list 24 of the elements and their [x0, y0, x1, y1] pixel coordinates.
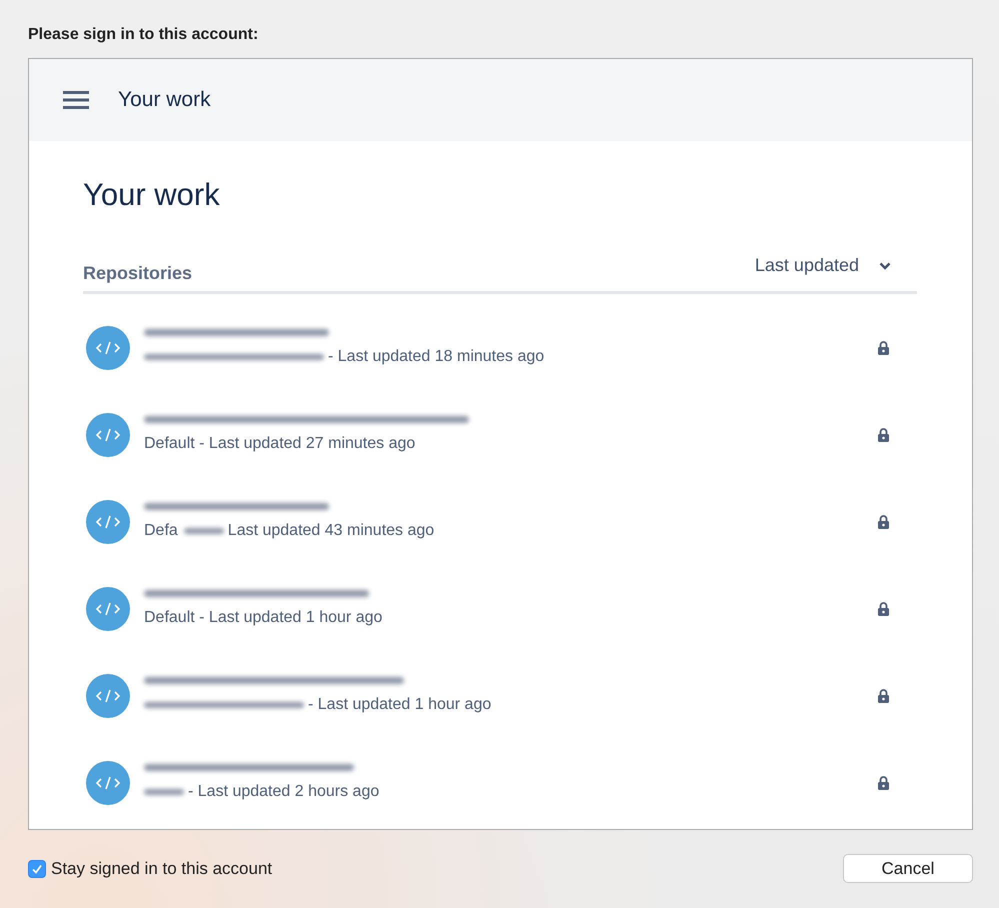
menu-icon[interactable]: [63, 91, 89, 109]
checkbox[interactable]: [28, 860, 46, 878]
checkbox-label: Stay signed in to this account: [51, 858, 272, 878]
code-icon: [86, 500, 130, 544]
last-updated-text: - Last updated 2 hours ago: [188, 783, 380, 801]
sort-dropdown[interactable]: Last updated: [754, 255, 917, 284]
code-icon: [86, 412, 130, 456]
last-updated-text: Default - Last updated 1 hour ago: [144, 609, 382, 627]
page-title: Your work: [83, 177, 221, 214]
code-icon: [86, 586, 130, 630]
last-updated-text: Last updated 43 minutes ago: [228, 522, 434, 540]
last-updated-text: - Last updated 18 minutes ago: [328, 348, 544, 366]
cancel-button[interactable]: Cancel: [843, 854, 973, 883]
last-updated-text: - Last updated 1 hour ago: [308, 696, 492, 714]
chevron-icon: [879, 262, 891, 270]
last-updated-text: Default - Last updated 27 minutes ago: [144, 435, 416, 453]
repo-detail: Defa: [144, 522, 178, 540]
code-icon: [86, 760, 130, 804]
code-icon: [86, 326, 130, 370]
header-title: Your work: [118, 88, 211, 112]
section-title: Repositories: [83, 263, 192, 284]
checkmark-icon: [31, 862, 43, 874]
code-icon: [86, 674, 130, 718]
prompt-text: Please sign in to this account:: [28, 26, 260, 45]
